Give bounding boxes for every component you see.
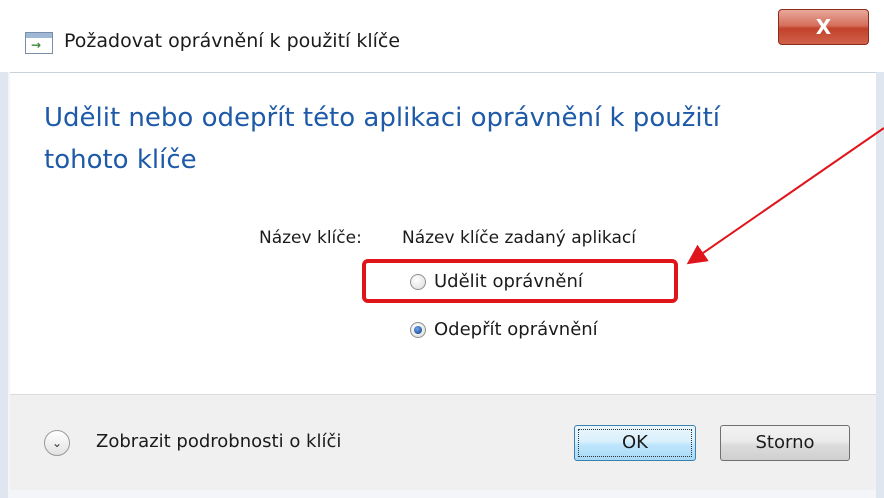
expand-details-button[interactable]: ⌄ bbox=[44, 430, 70, 456]
show-key-details-link[interactable]: Zobrazit podrobnosti o klíči bbox=[96, 431, 341, 452]
key-name-label: Název klíče: bbox=[259, 228, 362, 248]
chevron-down-icon: ⌄ bbox=[51, 436, 63, 450]
annotation-highlight-box bbox=[362, 259, 678, 303]
close-button[interactable]: X bbox=[778, 9, 869, 45]
window-frame-left bbox=[0, 72, 8, 498]
ok-button[interactable]: OK bbox=[574, 425, 696, 461]
dialog-footer: ⌄ Zobrazit podrobnosti o klíči OK Storno bbox=[10, 394, 876, 490]
radio-deny-label[interactable]: Odepřít oprávnění bbox=[434, 319, 598, 340]
main-instruction: Udělit nebo odepřít této aplikaci oprávn… bbox=[44, 103, 720, 175]
radio-button-checked[interactable] bbox=[410, 322, 426, 338]
title-bar[interactable]: → Požadovat oprávnění k použití klíče X bbox=[0, 0, 884, 72]
dialog-window: → Požadovat oprávnění k použití klíče X … bbox=[0, 0, 884, 498]
focus-rect bbox=[578, 429, 692, 457]
window-title: Požadovat oprávnění k použití klíče bbox=[64, 30, 401, 52]
window-frame-right bbox=[876, 72, 884, 498]
dialog-content: Udělit nebo odepřít této aplikaci oprávn… bbox=[10, 72, 876, 394]
window-app-icon: → bbox=[25, 32, 53, 54]
cancel-button[interactable]: Storno bbox=[720, 425, 850, 461]
key-name-value: Název klíče zadaný aplikací bbox=[402, 228, 636, 248]
